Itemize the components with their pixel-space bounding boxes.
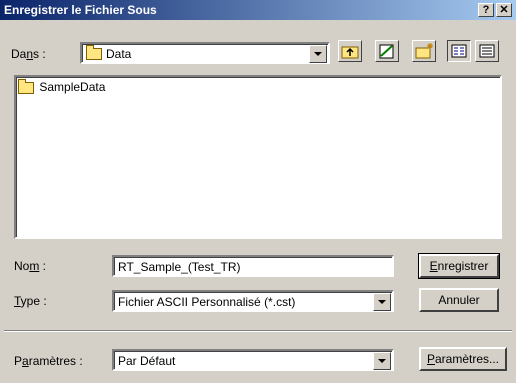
save-button[interactable]: Enregistrer: [418, 253, 500, 279]
new-folder-button[interactable]: [412, 40, 436, 62]
params-label: Paramètres :: [14, 354, 83, 368]
list-item[interactable]: SampleData: [18, 78, 106, 96]
explore-button[interactable]: [375, 40, 399, 62]
name-label: Nom :: [14, 259, 47, 273]
params-dropdown[interactable]: Par Défaut: [112, 349, 394, 371]
new-folder-icon: [415, 43, 433, 59]
folder-icon: [18, 78, 34, 94]
file-list[interactable]: SampleData: [14, 75, 502, 239]
folder-icon: [86, 45, 102, 60]
params-button[interactable]: Paramètres...: [419, 347, 507, 371]
chevron-down-icon[interactable]: [309, 45, 327, 63]
folder-up-button[interactable]: [338, 40, 362, 62]
location-label: Dans :: [11, 47, 46, 61]
cancel-button[interactable]: Annuler: [419, 288, 499, 312]
chevron-down-icon[interactable]: [373, 352, 391, 370]
list-view-icon: [451, 44, 467, 58]
type-label: Type :: [14, 294, 47, 308]
close-button[interactable]: ✕: [496, 3, 512, 17]
params-value: Par Défaut: [118, 354, 176, 368]
filename-value: RT_Sample_(Test_TR): [118, 260, 241, 274]
chevron-down-icon[interactable]: [373, 293, 391, 311]
filetype-value: Fichier ASCII Personnalisé (*.cst): [118, 295, 296, 309]
filename-input[interactable]: RT_Sample_(Test_TR): [112, 255, 394, 277]
folder-up-icon: [341, 46, 359, 59]
details-view-button[interactable]: [475, 40, 499, 62]
list-view-button[interactable]: [447, 40, 471, 62]
window-title: Enregistrer le Fichier Sous: [4, 3, 157, 17]
details-view-icon: [479, 44, 495, 58]
filetype-dropdown[interactable]: Fichier ASCII Personnalisé (*.cst): [112, 290, 394, 312]
file-name: SampleData: [39, 80, 106, 94]
help-button[interactable]: ?: [478, 3, 494, 17]
explore-icon: [379, 44, 394, 59]
separator: [4, 330, 512, 332]
location-value: Data: [106, 47, 132, 61]
location-dropdown[interactable]: Data: [80, 42, 330, 64]
